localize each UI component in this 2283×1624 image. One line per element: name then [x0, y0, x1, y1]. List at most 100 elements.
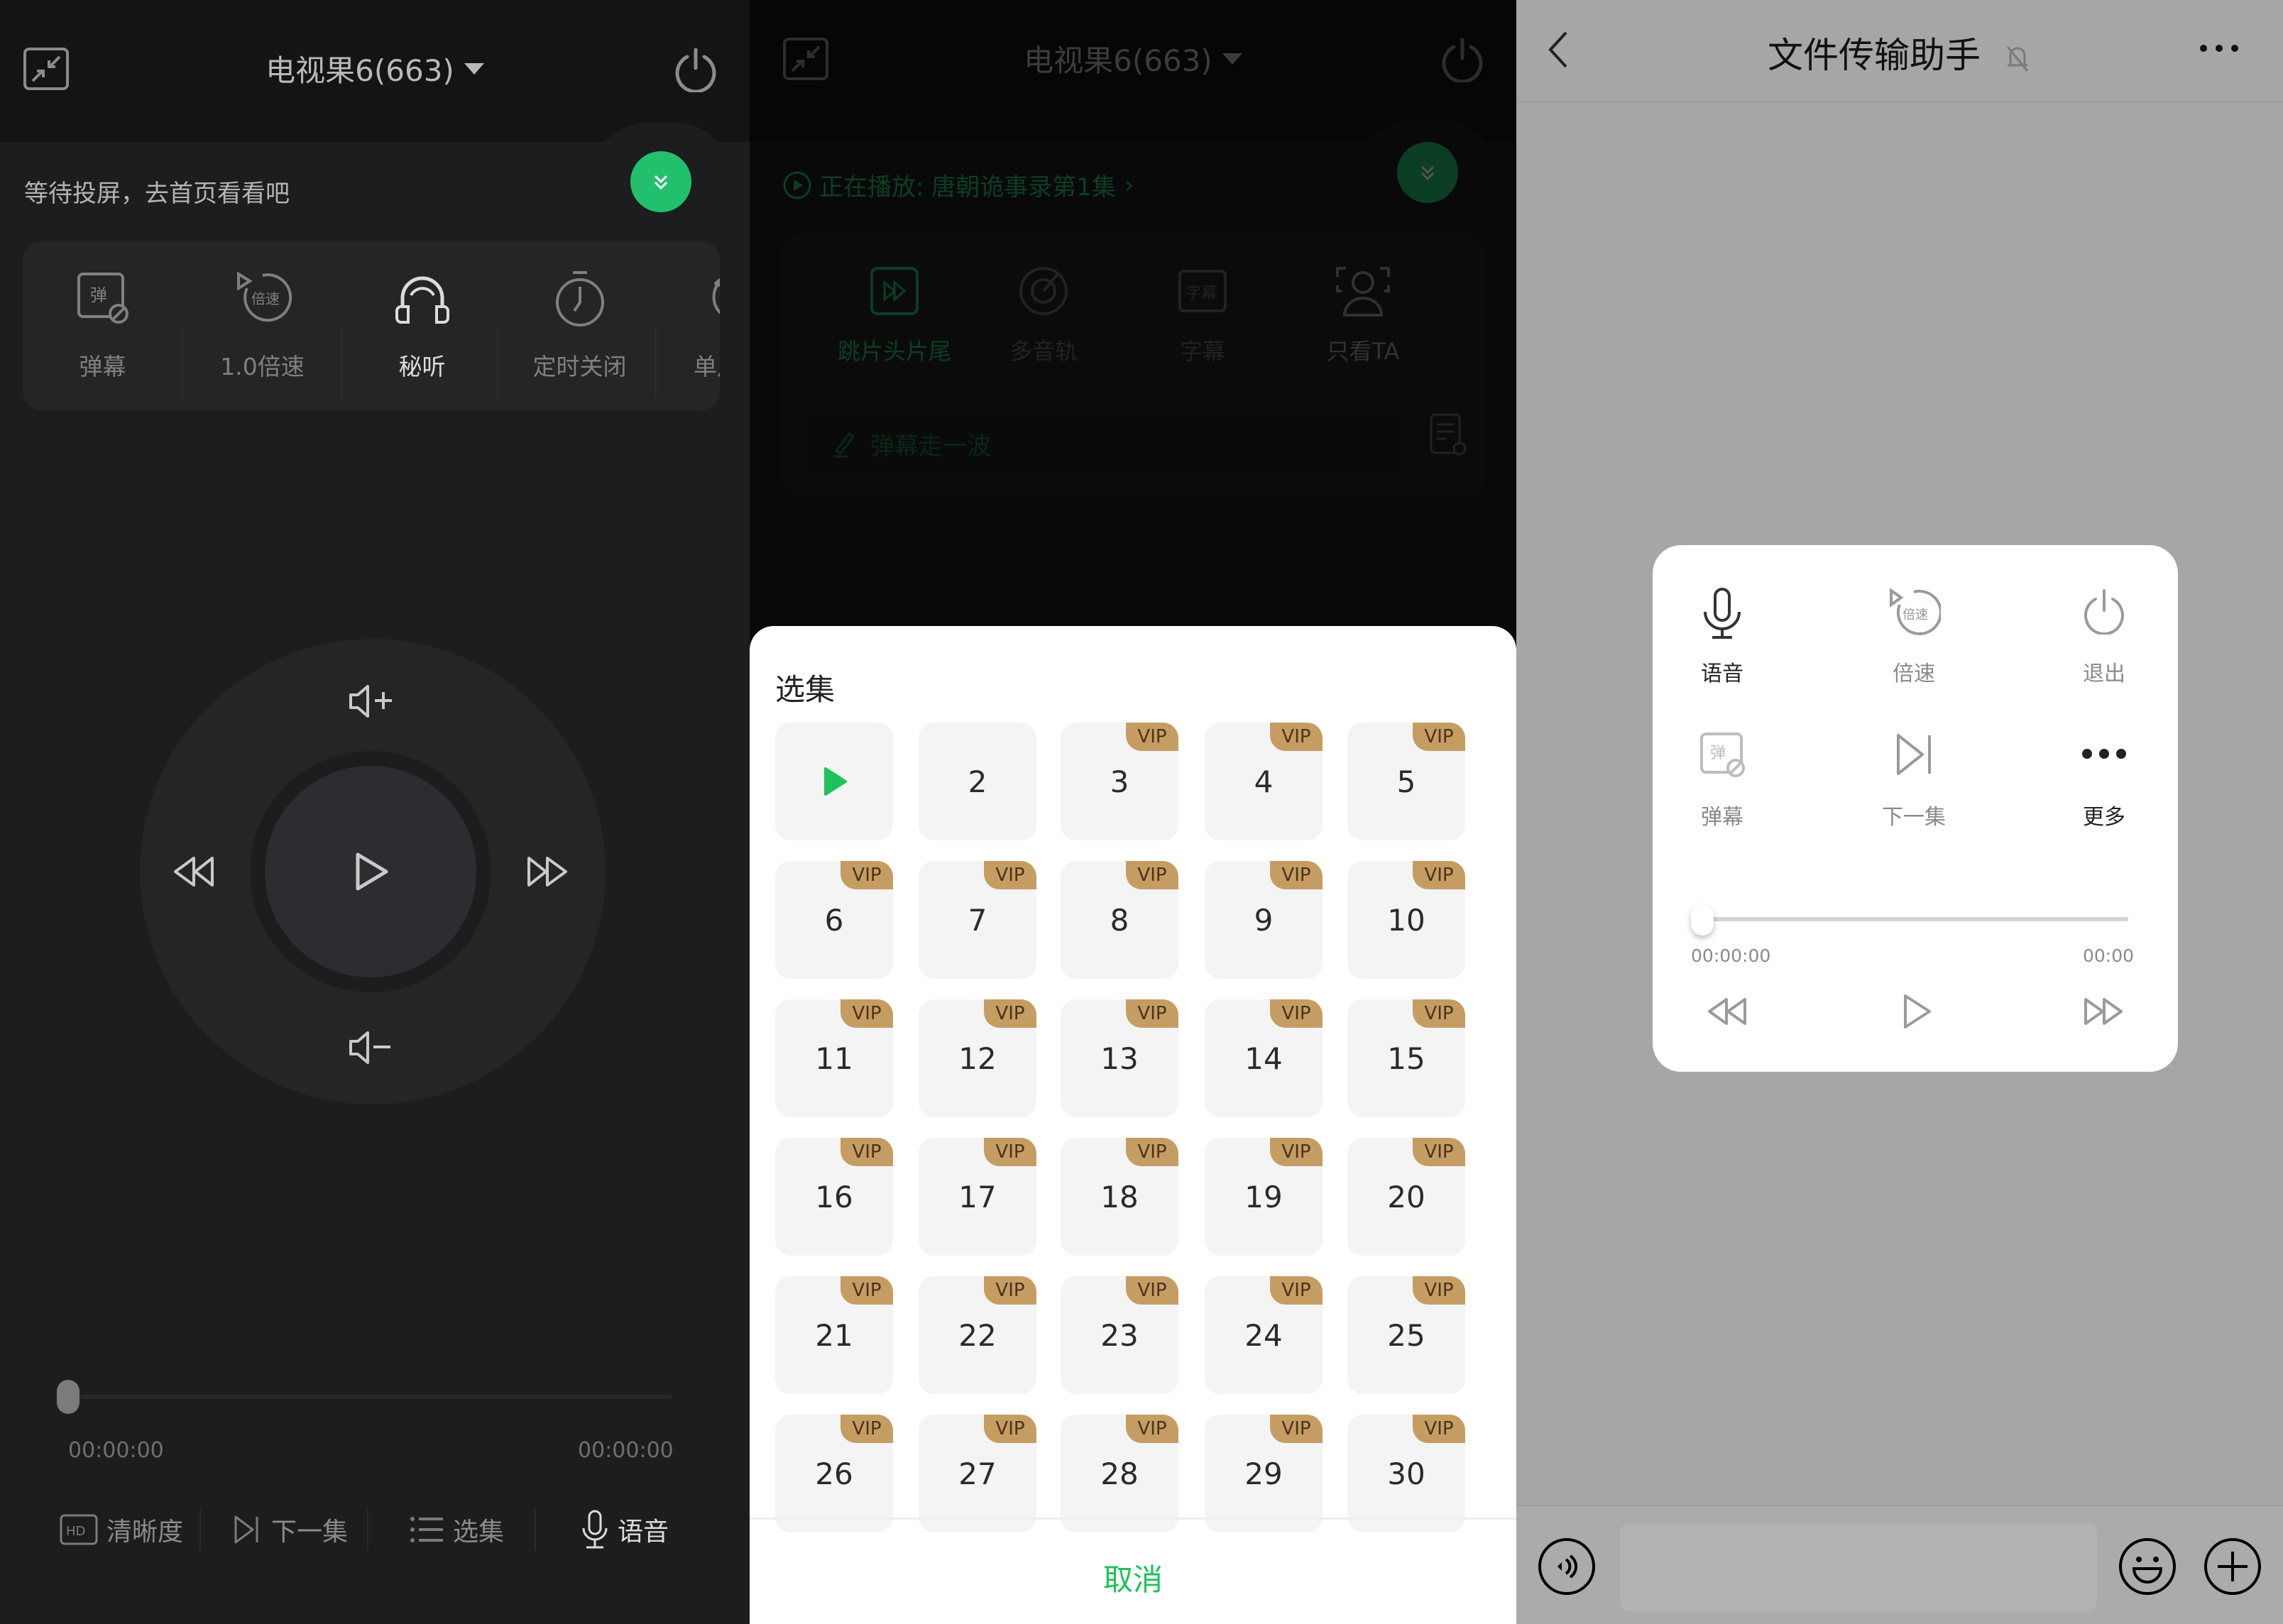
progress-thumb[interactable] — [57, 1380, 80, 1414]
voice-input-button[interactable] — [1538, 1537, 1596, 1596]
chip-repeat-one[interactable]: 单片 — [658, 241, 720, 410]
chat-title: 文件传输助手 — [1768, 35, 1981, 76]
divider — [750, 1518, 1516, 1520]
episode-tile[interactable]: 18 VIP — [1061, 1138, 1178, 1256]
speed-icon: 倍速 — [1887, 588, 1941, 637]
chip-divider — [497, 327, 498, 397]
card-rewind-button[interactable] — [1699, 987, 1756, 1036]
episode-number: 2 — [968, 764, 987, 799]
episode-number: 17 — [958, 1179, 997, 1214]
chat-panel: 文件传输助手 语音 倍速 倍速 退出 弹 弹幕 下一集 更多 00:00:00 … — [1516, 0, 2283, 1624]
episode-tile[interactable]: 6 VIP — [775, 861, 893, 979]
card-exit[interactable]: 退出 — [2033, 588, 2175, 715]
vip-badge: VIP — [1413, 1415, 1465, 1443]
card-danmaku[interactable]: 弹 弹幕 — [1651, 731, 1793, 859]
progress-slider[interactable] — [67, 1395, 673, 1399]
episode-tile[interactable]: 26 VIP — [775, 1415, 893, 1532]
episode-tile[interactable]: 24 VIP — [1205, 1276, 1323, 1394]
episode-tile[interactable]: 13 VIP — [1061, 999, 1178, 1117]
card-play-button[interactable] — [1888, 985, 1945, 1038]
episode-tile[interactable]: 21 VIP — [775, 1276, 893, 1394]
chip-danmaku[interactable]: 弹 弹幕 — [23, 241, 182, 410]
card-progress-slider[interactable] — [1702, 917, 2128, 921]
episode-tile[interactable]: 25 VIP — [1347, 1276, 1465, 1394]
cancel-button[interactable]: 取消 — [750, 1556, 1516, 1599]
episode-number: 18 — [1100, 1179, 1139, 1214]
chip-speed[interactable]: 倍速 1.0倍速 — [182, 241, 342, 410]
episode-tile[interactable]: 8 VIP — [1061, 861, 1178, 979]
headphones-icon — [393, 270, 452, 327]
next-episode-button[interactable]: 下一集 — [231, 1505, 348, 1554]
fast-forward-button[interactable] — [514, 843, 578, 900]
vip-badge: VIP — [1270, 1138, 1323, 1166]
svg-text:倍速: 倍速 — [1902, 608, 1928, 622]
episode-tile[interactable]: 4 VIP — [1205, 723, 1323, 840]
more-button[interactable] — [2198, 40, 2240, 57]
episode-list-button[interactable]: 选集 — [410, 1505, 504, 1554]
episode-tile[interactable]: 16 VIP — [775, 1138, 893, 1256]
episode-tile[interactable]: 7 VIP — [919, 861, 1036, 979]
quality-button[interactable]: HD 清晰度 — [60, 1505, 183, 1554]
vip-badge: VIP — [1126, 1415, 1178, 1443]
episode-tile[interactable]: 10 VIP — [1347, 861, 1465, 979]
speed-icon: 倍速 — [233, 270, 292, 327]
microphone-icon — [581, 1510, 609, 1549]
episode-tile[interactable]: 29 VIP — [1205, 1415, 1323, 1532]
episode-tile[interactable]: 12 VIP — [919, 999, 1036, 1117]
episode-tile[interactable]: 3 VIP — [1061, 723, 1178, 840]
device-selector[interactable]: 电视果6(663) — [0, 47, 750, 90]
volume-down-button[interactable] — [341, 1019, 405, 1076]
episode-tile[interactable]: 30 VIP — [1347, 1415, 1465, 1532]
episode-tile[interactable]: 20 VIP — [1347, 1138, 1465, 1256]
episode-tile[interactable] — [775, 723, 893, 840]
episode-number: 29 — [1244, 1456, 1283, 1491]
episode-number: 30 — [1387, 1456, 1425, 1491]
danmaku-off-icon: 弹 — [1699, 731, 1746, 778]
card-next-episode[interactable]: 下一集 — [1843, 731, 1985, 859]
rewind-button[interactable] — [163, 843, 227, 900]
message-input[interactable] — [1620, 1523, 2097, 1611]
episode-tile[interactable]: 23 VIP — [1061, 1276, 1178, 1394]
card-forward-button[interactable] — [2074, 987, 2131, 1036]
vip-badge: VIP — [1413, 723, 1465, 751]
card-progress-thumb[interactable] — [1691, 904, 1714, 936]
episode-tile[interactable]: 2 — [919, 723, 1036, 840]
episode-number: 3 — [1110, 764, 1129, 799]
episode-sheet: 选集 2 3 VIP 4 VIP 5 VIP 6 VIP 7 VIP 8 VIP 9 VIP 10 VIP 11 V… — [750, 626, 1516, 1624]
episode-tile[interactable]: 5 VIP — [1347, 723, 1465, 840]
power-icon[interactable] — [673, 47, 718, 92]
episode-picker-panel: 电视果6(663) 正在播放: 唐朝诡事录第1集 › 跳片头片尾 多音轨 字幕 … — [750, 0, 1516, 1624]
card-more[interactable]: 更多 — [2033, 731, 2175, 859]
episode-tile[interactable]: 15 VIP — [1347, 999, 1465, 1117]
card-speed[interactable]: 倍速 倍速 — [1843, 588, 1985, 715]
chip-timer[interactable]: 定时关闭 — [500, 241, 659, 410]
emoji-button[interactable] — [2118, 1537, 2177, 1596]
episode-number: 19 — [1244, 1179, 1283, 1214]
episode-tile[interactable]: 14 VIP — [1205, 999, 1323, 1117]
episode-tile[interactable]: 27 VIP — [919, 1415, 1036, 1532]
plus-button[interactable] — [2203, 1537, 2262, 1596]
episode-number: 12 — [958, 1041, 997, 1076]
divider — [1516, 101, 2283, 102]
episode-tile[interactable]: 9 VIP — [1205, 861, 1323, 979]
chip-secret-listen[interactable]: 秘听 — [342, 241, 502, 410]
volume-down-icon — [349, 1031, 390, 1064]
collapse-button[interactable] — [630, 151, 691, 212]
vip-badge: VIP — [1126, 999, 1178, 1028]
episode-tile[interactable]: 22 VIP — [919, 1276, 1036, 1394]
vip-badge: VIP — [1270, 861, 1323, 889]
sheet-title: 选集 — [775, 672, 836, 707]
vip-badge: VIP — [1413, 999, 1465, 1028]
volume-up-button[interactable] — [341, 673, 405, 730]
play-button[interactable] — [265, 766, 476, 977]
episode-tile[interactable]: 19 VIP — [1205, 1138, 1323, 1256]
episode-tile[interactable]: 11 VIP — [775, 999, 893, 1117]
voice-button[interactable]: 语音 — [581, 1505, 669, 1554]
card-voice[interactable]: 语音 — [1651, 588, 1793, 715]
episode-tile[interactable]: 17 VIP — [919, 1138, 1036, 1256]
episode-tile[interactable]: 28 VIP — [1061, 1415, 1178, 1532]
vip-badge: VIP — [841, 1415, 893, 1443]
episode-number: 15 — [1387, 1041, 1425, 1076]
episode-number: 27 — [958, 1456, 997, 1491]
danmaku-off-icon: 弹 — [75, 270, 131, 327]
